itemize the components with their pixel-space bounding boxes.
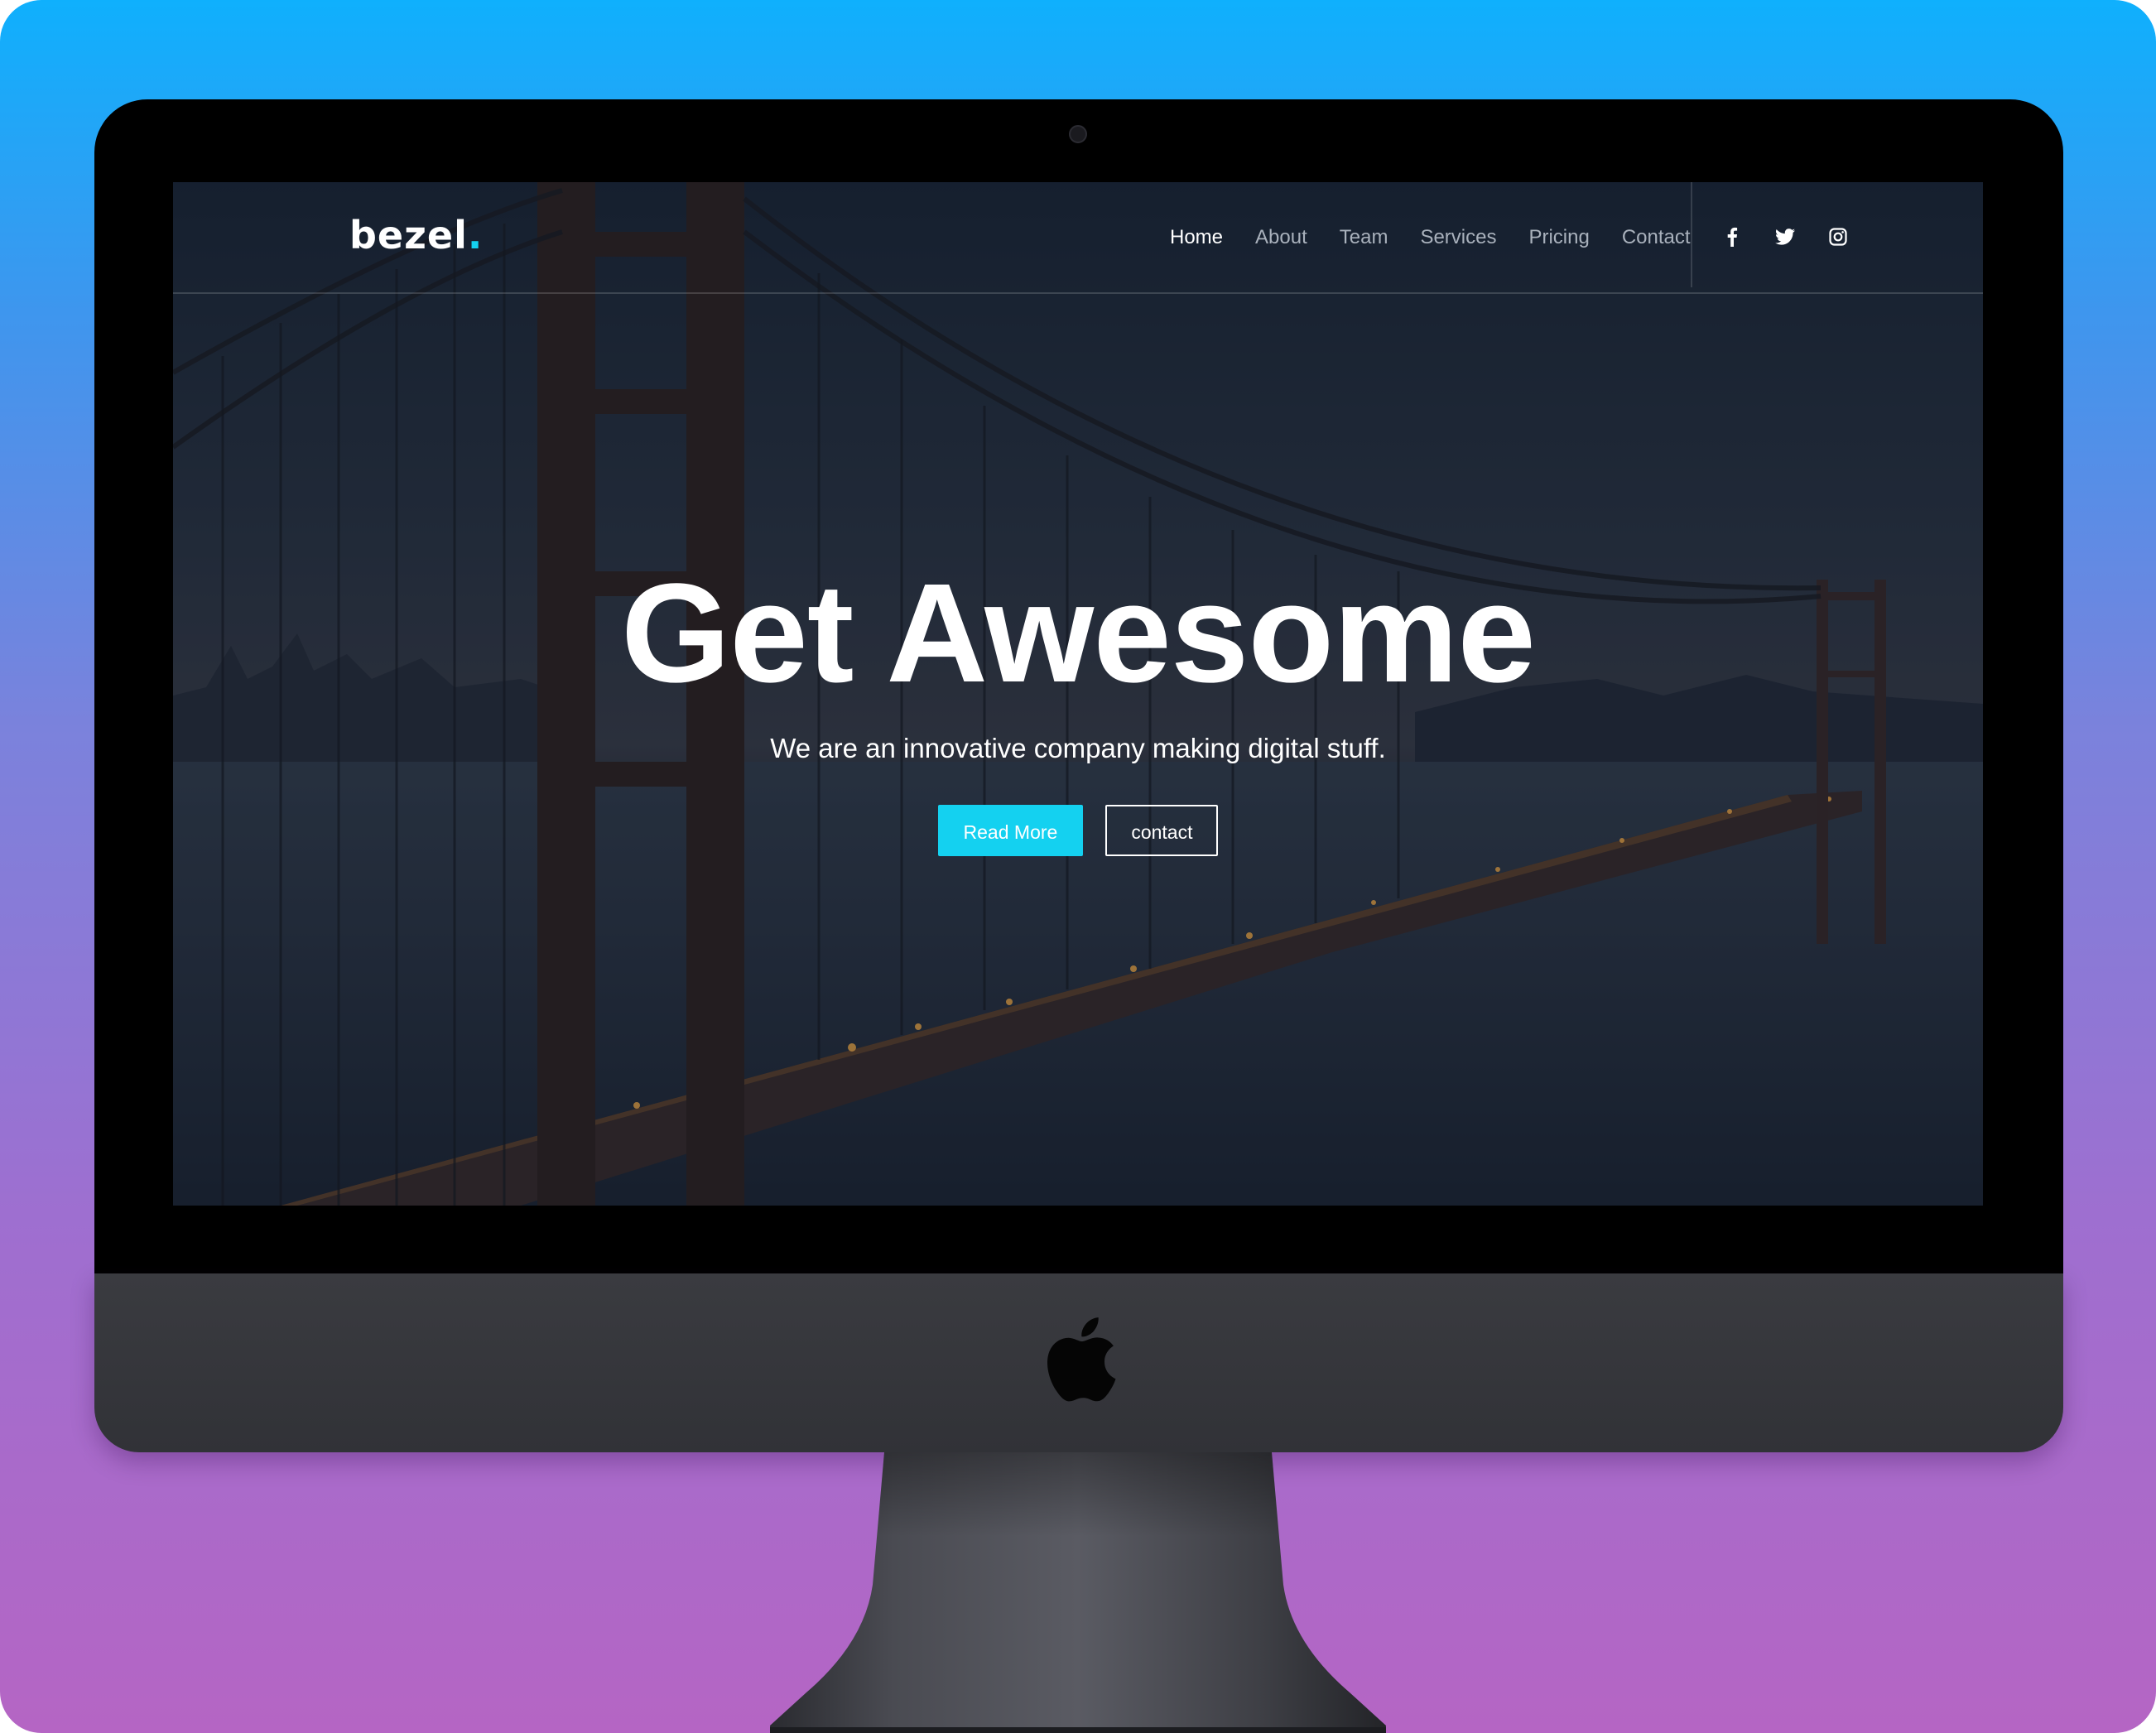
nav-item-team[interactable]: Team	[1340, 217, 1388, 258]
brand-name: bezel	[349, 213, 468, 258]
page-background: bezel. Home About Team Services Pricing …	[0, 0, 2156, 1733]
navbar: bezel. Home About Team Services Pricing …	[173, 182, 1983, 294]
nav-item-pricing[interactable]: Pricing	[1528, 217, 1589, 258]
brand-dot: .	[467, 213, 484, 258]
hero-subtitle: We are an innovative company making digi…	[770, 733, 1386, 763]
nav-item-services[interactable]: Services	[1420, 217, 1496, 258]
website-screen: bezel. Home About Team Services Pricing …	[173, 182, 1983, 1206]
nav-item-home[interactable]: Home	[1170, 217, 1223, 258]
hero-buttons: Read More contact	[173, 805, 1983, 856]
twitter-icon[interactable]	[1770, 222, 1800, 252]
nav-item-contact[interactable]: Contact	[1622, 217, 1691, 258]
facebook-icon[interactable]	[1717, 222, 1747, 252]
nav-item-about[interactable]: About	[1255, 217, 1307, 258]
brand-logo[interactable]: bezel.	[349, 210, 483, 260]
hero-title: Get Awesome	[621, 555, 1536, 712]
read-more-button[interactable]: Read More	[937, 805, 1084, 856]
nav-divider	[1691, 182, 1692, 287]
contact-button[interactable]: contact	[1105, 805, 1219, 856]
nav-links: Home About Team Services Pricing Contact	[1170, 217, 1723, 258]
hero-section: Get Awesome We are an innovative company…	[173, 563, 1983, 856]
imac-stand	[770, 1452, 1386, 1733]
webcam	[1069, 125, 1087, 143]
apple-logo-icon	[1047, 1317, 1116, 1402]
instagram-icon[interactable]	[1823, 222, 1853, 252]
